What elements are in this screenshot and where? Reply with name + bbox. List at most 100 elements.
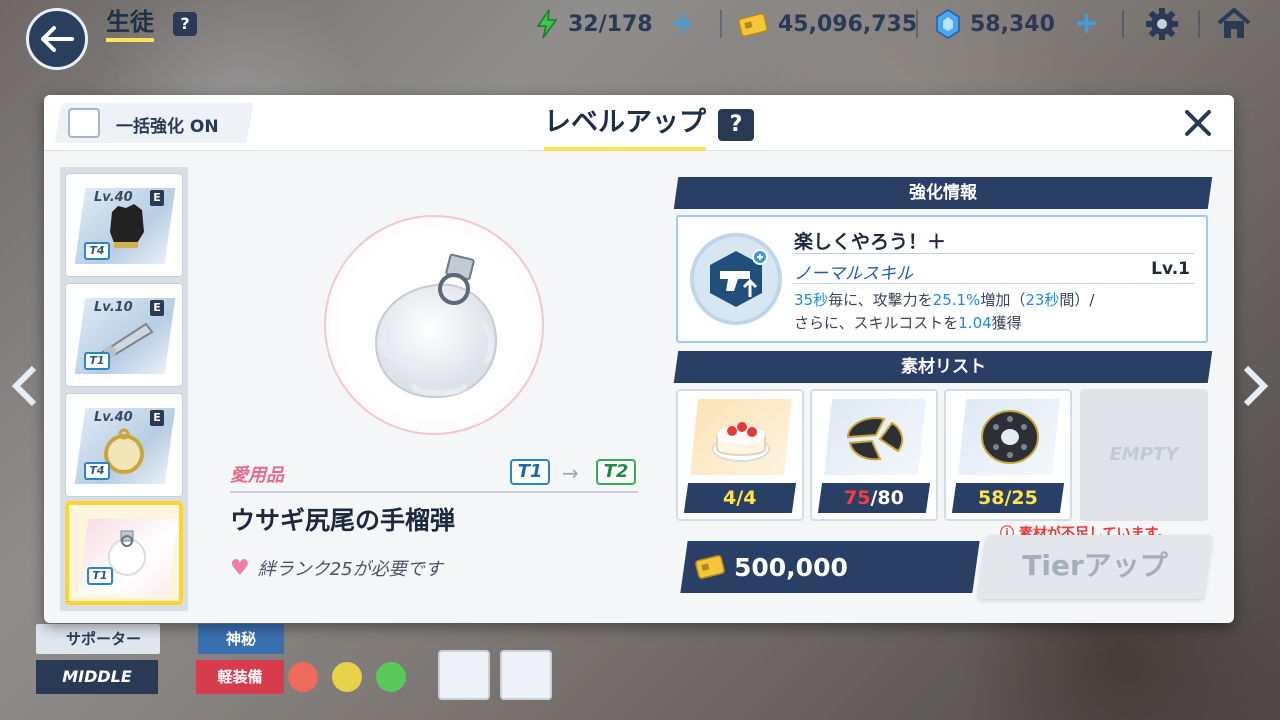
material-count: 58/25 (951, 483, 1065, 513)
position-badge: MIDDLE (36, 660, 158, 694)
equipped-badge: E (150, 300, 164, 316)
divider (794, 283, 1194, 284)
material-count: 75/80 (817, 483, 931, 513)
pistol-skill-icon (710, 249, 768, 307)
credit-counter: 45,096,735 (738, 6, 917, 42)
skill-text: 毎に、攻撃力を (828, 291, 933, 309)
close-icon (1185, 110, 1211, 136)
skill-name: 楽しくやろう！＋ (794, 231, 947, 253)
gloves-icon (110, 204, 144, 248)
item-level: Lv.40 (94, 190, 133, 205)
chevron-right-icon (1243, 365, 1269, 407)
material-owned: 58 (978, 487, 1005, 509)
cost-value: 500,000 (734, 552, 848, 582)
gem-value: 58,340 (970, 11, 1055, 37)
item-level: Lv.40 (94, 410, 133, 425)
equipment-slot-watch[interactable]: Lv.40 E T4 (65, 393, 183, 497)
skill-level: Lv.1 (1151, 259, 1190, 279)
cost-display: 500,000 (684, 541, 976, 593)
skill-description: 35秒毎に、攻撃力を25.1%増加（23秒間）/ さらに、スキルコストを1.04… (794, 289, 1194, 335)
material-owned: 4 (723, 487, 737, 509)
skill-info-panel: 楽しくやろう！＋ ノーマルスキル Lv.1 35秒毎に、攻撃力を25.1%増加（… (676, 215, 1208, 343)
item-category: 愛用品 (230, 465, 284, 486)
cake-icon (712, 422, 770, 462)
material-slot-cake[interactable]: 4/4 (676, 389, 804, 521)
broken-disc-icon (846, 417, 904, 461)
equipment-list: Lv.40 E T4 Lv.10 E T1 Lv.40 E T4 T1 (60, 167, 188, 611)
item-tier: T1 (87, 567, 113, 585)
credit-icon (695, 555, 725, 579)
top-bar: 生徒 ? 32/178 + 45,096,735 58,340 + (0, 0, 1280, 70)
item-tier: T4 (84, 462, 110, 480)
mood-neutral-icon (332, 662, 362, 692)
item-tier: T1 (84, 352, 110, 370)
equipped-badge: E (150, 190, 164, 206)
credit-icon (738, 13, 768, 37)
enhance-info-header: 強化情報 (673, 177, 1213, 209)
dialog-help-button[interactable]: ? (718, 109, 754, 141)
bond-requirement: ♥ 絆ランク25が必要です (230, 555, 443, 581)
equipped-badge: E (150, 410, 164, 426)
item-preview (324, 215, 544, 435)
divider (230, 491, 638, 493)
credit-value: 45,096,735 (778, 11, 918, 37)
bulk-enhance-checkbox[interactable] (68, 108, 100, 138)
item-level: Lv.10 (94, 300, 133, 315)
armor-type-badge: 軽装備 (196, 660, 284, 694)
skill-text: 増加（ (980, 291, 1026, 309)
home-button[interactable] (1216, 6, 1252, 42)
material-slot-empty: EMPTY (1080, 389, 1208, 521)
material-slot-broken-disc[interactable]: 75/80 (810, 389, 938, 521)
item-name: ウサギ尻尾の手榴弾 (230, 506, 456, 535)
lock-button[interactable] (438, 650, 490, 700)
close-button[interactable] (1182, 107, 1214, 139)
equipment-slot-badge[interactable]: Lv.10 E T1 (65, 283, 183, 387)
material-required: 80 (877, 487, 904, 509)
arrow-right-icon: → (562, 461, 579, 485)
add-ap-button[interactable]: + (670, 9, 695, 39)
material-required: 25 (1011, 487, 1038, 509)
level-up-dialog: 一括強化 ON レベルアップ ? Lv.40 E T4 Lv.10 E T1 L… (44, 95, 1234, 623)
material-slot-disc[interactable]: 58/25 (944, 389, 1072, 521)
fluffy-grenade-icon (374, 253, 498, 399)
home-icon (1217, 8, 1251, 38)
back-button[interactable] (26, 8, 88, 70)
equipment-slot-gloves[interactable]: Lv.40 E T4 (65, 173, 183, 277)
prev-student-button[interactable] (10, 364, 40, 408)
enhance-info-title: 強化情報 (909, 183, 977, 203)
skill-value: 35秒 (794, 291, 829, 309)
skill-value: 25.1% (932, 291, 981, 309)
next-tier: T2 (596, 459, 636, 485)
equipment-slot-unique[interactable]: T1 (65, 501, 183, 605)
skill-text: さらに、スキルコストを (794, 314, 959, 332)
gem-counter: 58,340 (936, 6, 1055, 42)
divider (916, 10, 918, 38)
material-list-header: 素材リスト (673, 351, 1213, 383)
next-student-button[interactable] (1240, 364, 1270, 408)
gear-icon (1146, 8, 1178, 40)
divider (794, 253, 1194, 254)
bond-requirement-text: 絆ランク25が必要です (257, 559, 443, 580)
ap-counter: 32/178 (536, 6, 653, 42)
bulk-enhance-label: 一括強化 ON (116, 117, 219, 137)
mood-happy-icon (376, 662, 406, 692)
skill-value: 23秒 (1025, 291, 1060, 309)
ap-value: 32/178 (568, 11, 653, 37)
divider (720, 10, 722, 38)
add-gem-button[interactable]: + (1074, 9, 1099, 39)
dialog-title: レベルアップ (544, 105, 706, 151)
tier-up-label: Tierアップ (1022, 549, 1168, 582)
page-title: 生徒 (106, 8, 154, 42)
memo-button[interactable] (500, 650, 552, 700)
chevron-left-icon (11, 365, 37, 407)
attack-type-badge: 神秘 (198, 624, 284, 654)
item-tier: T4 (84, 242, 110, 260)
disc-icon (981, 410, 1039, 464)
settings-button[interactable] (1144, 6, 1180, 42)
divider (1122, 10, 1124, 38)
help-button[interactable]: ? (173, 12, 197, 36)
skill-text: 間）/ (1059, 291, 1095, 309)
material-owned: 75 (844, 487, 871, 509)
skill-value: 1.04 (958, 314, 992, 332)
skill-type: ノーマルスキル (794, 264, 913, 284)
